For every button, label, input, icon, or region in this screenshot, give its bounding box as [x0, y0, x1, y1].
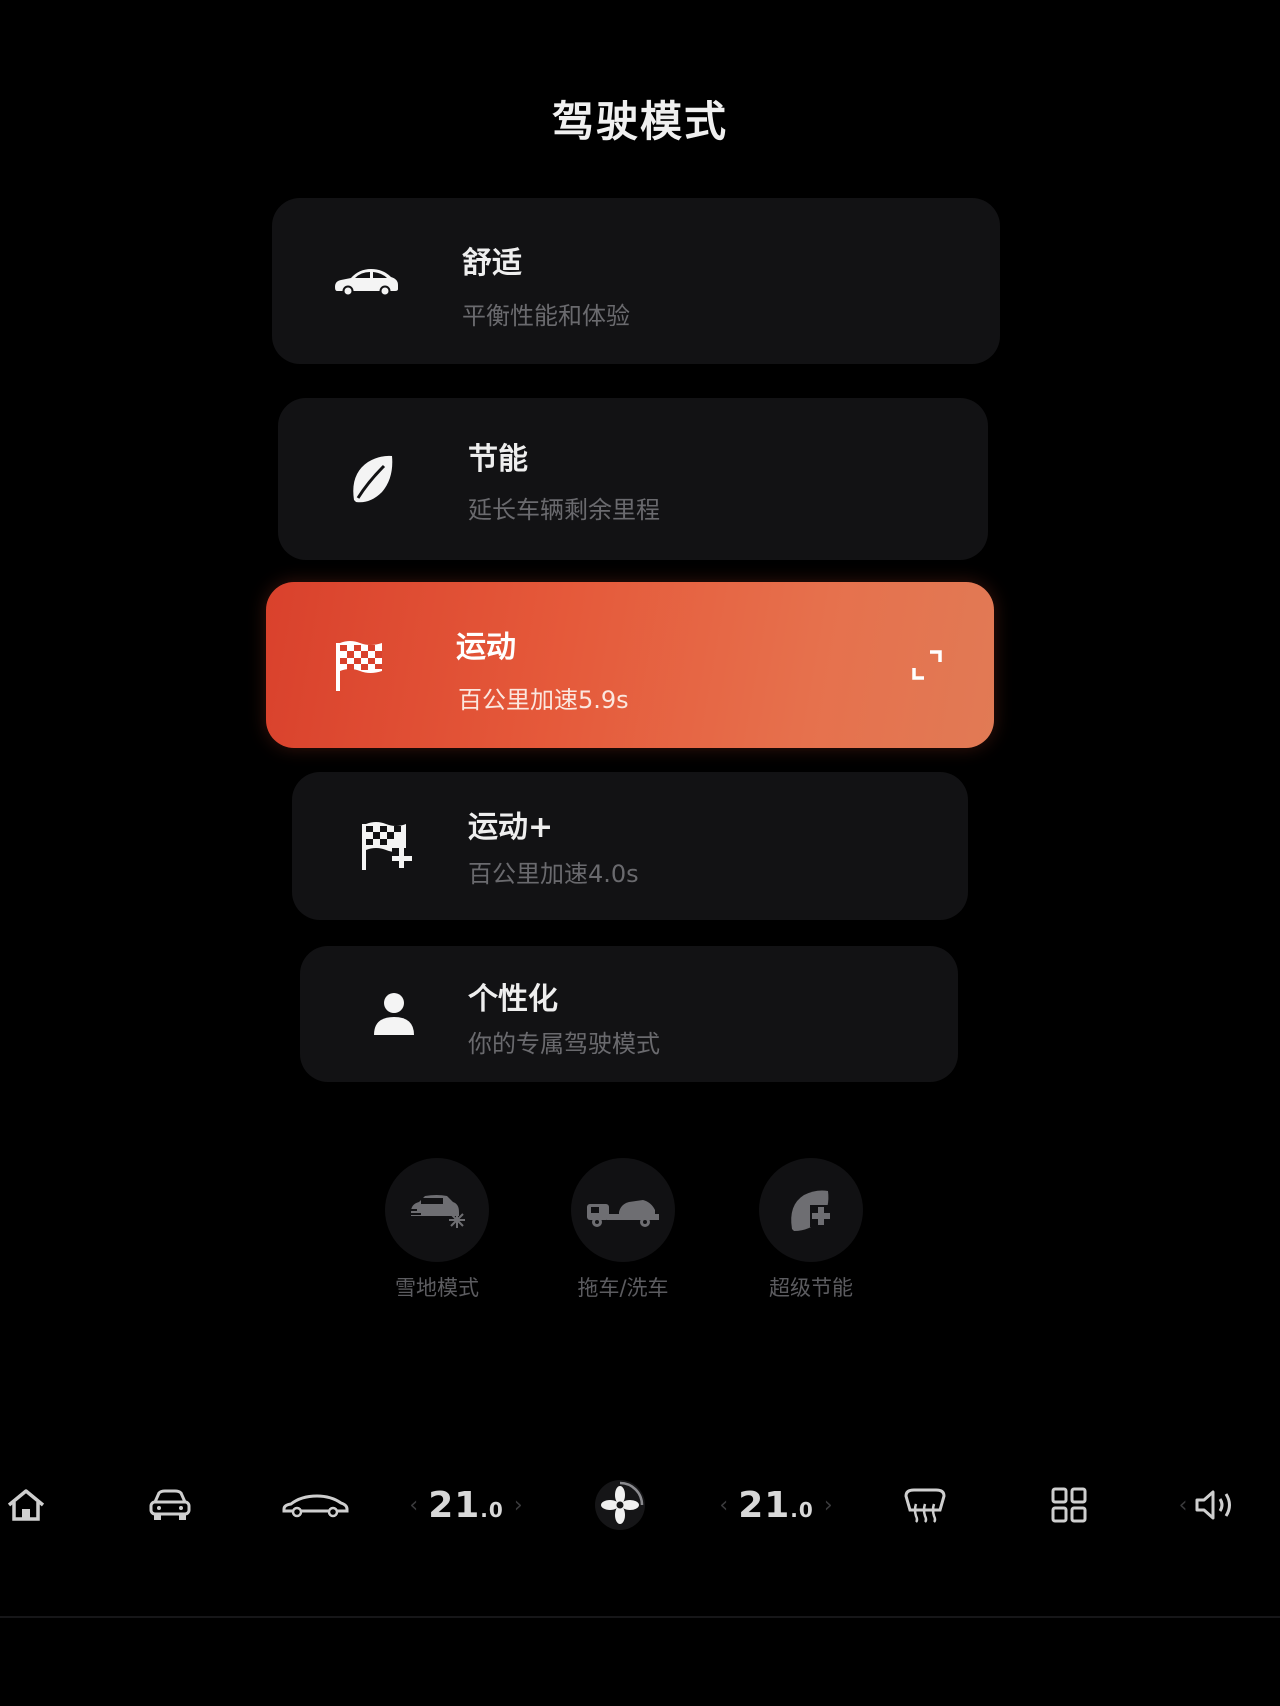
fan-icon[interactable] [590, 1440, 650, 1570]
defrost-icon[interactable] [898, 1440, 952, 1570]
leaf-icon [334, 449, 410, 509]
mode-name: 节能 [468, 442, 528, 477]
mode-desc: 延长车辆剩余里程 [468, 496, 660, 524]
right-temperature: 21.0 [738, 1484, 814, 1526]
expand-icon[interactable] [910, 648, 944, 682]
quick-action-super-eco[interactable]: 超级节能 [736, 1158, 886, 1302]
mode-name: 运动+ [468, 810, 554, 845]
volume-icon[interactable]: ‹ [1168, 1440, 1248, 1570]
car-icon [328, 251, 404, 311]
quick-action-label: 雪地模式 [395, 1276, 479, 1300]
temp-decrease-icon[interactable]: ‹ [719, 1493, 728, 1518]
quick-action-label: 超级节能 [769, 1276, 853, 1300]
home-icon[interactable] [0, 1440, 52, 1570]
temp-increase-icon[interactable]: › [824, 1493, 833, 1518]
left-temperature: 21.0 [428, 1484, 504, 1526]
divider [0, 1616, 1280, 1618]
snow-car-icon [385, 1158, 489, 1262]
tow-truck-icon [571, 1158, 675, 1262]
person-icon [356, 984, 432, 1044]
mode-name: 运动 [456, 630, 516, 665]
volume-down-icon[interactable]: ‹ [1179, 1493, 1188, 1518]
temp-increase-icon[interactable]: › [514, 1493, 523, 1518]
left-temperature-control[interactable]: ‹ 21.0 › [396, 1440, 536, 1570]
checkered-flag-plus-icon [348, 816, 424, 876]
quick-action-label: 拖车/洗车 [577, 1276, 669, 1300]
mode-desc: 百公里加速5.9s [458, 686, 629, 714]
quick-action-tow-wash[interactable]: 拖车/洗车 [548, 1158, 698, 1302]
mode-card-personalized[interactable]: 个性化 你的专属驾驶模式 [300, 946, 958, 1082]
right-temperature-control[interactable]: ‹ 21.0 › [706, 1440, 846, 1570]
mode-name: 个性化 [468, 982, 558, 1017]
page-title: 驾驶模式 [551, 97, 728, 146]
apps-grid-icon[interactable] [1042, 1440, 1096, 1570]
mode-card-sport-plus[interactable]: 运动+ 百公里加速4.0s [292, 772, 968, 920]
mode-card-comfort[interactable]: 舒适 平衡性能和体验 [272, 198, 1000, 364]
mode-card-sport[interactable]: 运动 百公里加速5.9s [266, 582, 994, 748]
mode-desc: 平衡性能和体验 [462, 302, 630, 330]
bottom-dock: ‹ 21.0 › ‹ 21.0 › ‹ [0, 1440, 1280, 1570]
car-side-icon[interactable] [278, 1440, 352, 1570]
super-eco-leaf-icon [759, 1158, 863, 1262]
mode-name: 舒适 [462, 246, 522, 281]
temp-decrease-icon[interactable]: ‹ [409, 1493, 418, 1518]
mode-desc: 百公里加速4.0s [468, 860, 639, 888]
quick-action-snow-mode[interactable]: 雪地模式 [362, 1158, 512, 1302]
mode-desc: 你的专属驾驶模式 [468, 1030, 660, 1058]
car-front-icon[interactable] [140, 1440, 200, 1570]
mode-card-eco[interactable]: 节能 延长车辆剩余里程 [278, 398, 988, 560]
checkered-flag-icon [322, 635, 398, 695]
